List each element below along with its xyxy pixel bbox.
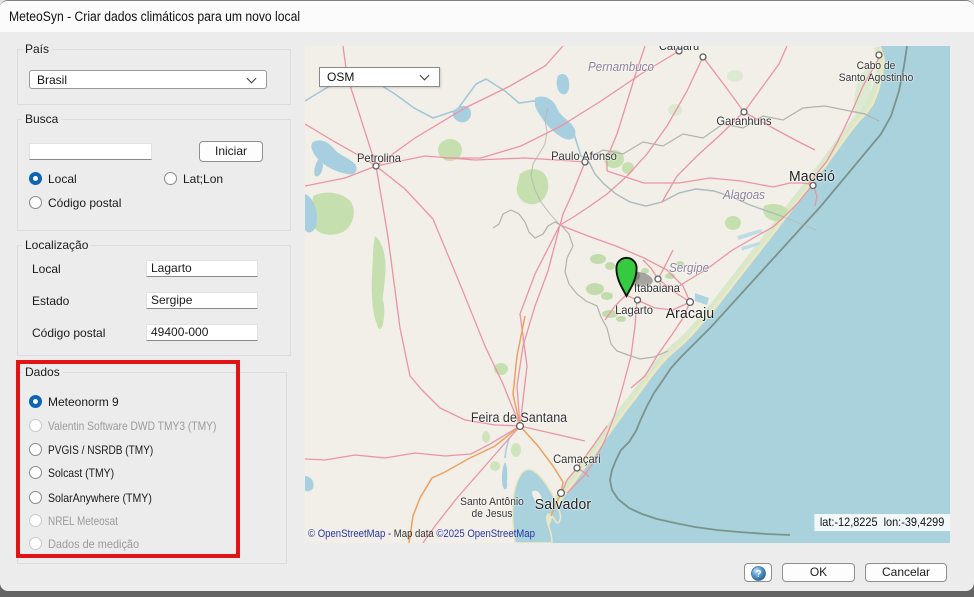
svg-text:?: ? <box>755 569 761 580</box>
